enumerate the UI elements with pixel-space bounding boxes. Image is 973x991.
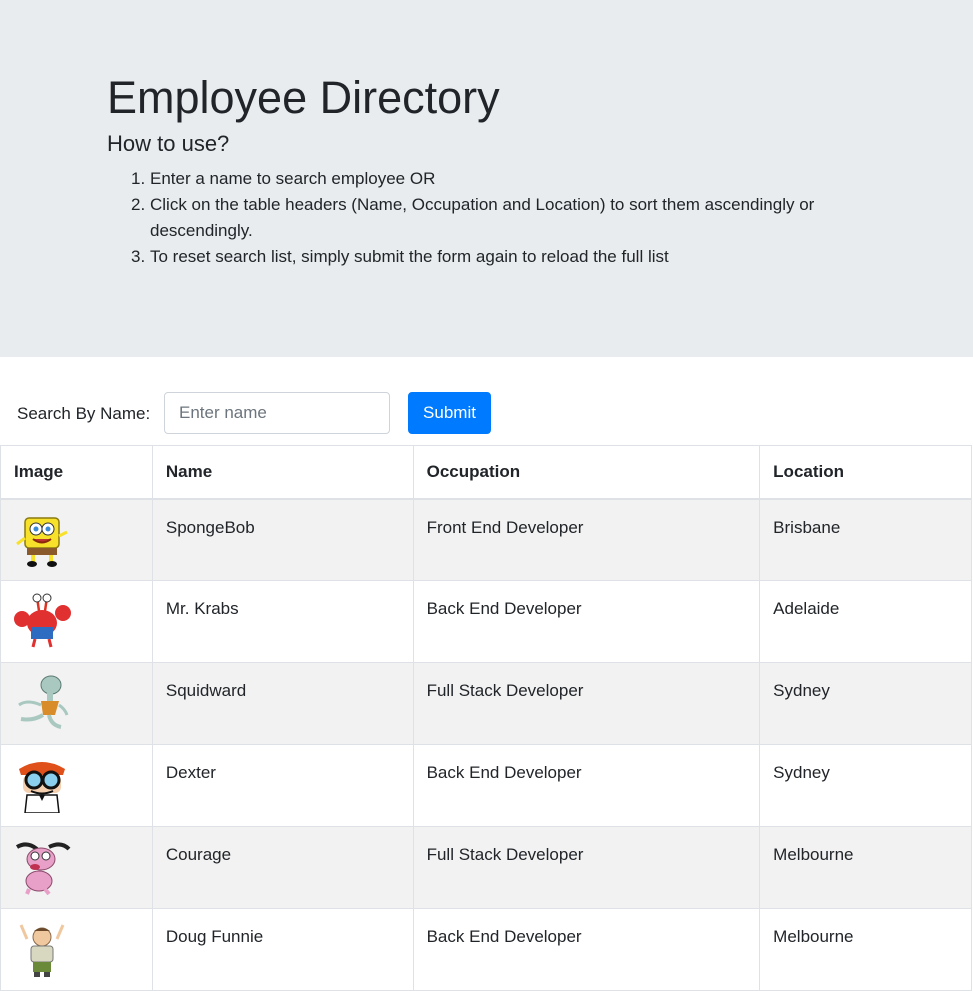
instruction-text: Enter a name to search employee OR [150, 169, 436, 188]
employee-occupation: Back End Developer [412, 744, 761, 827]
image-cell [0, 662, 153, 745]
employee-occupation: Full Stack Developer [412, 826, 761, 909]
employee-occupation: Back End Developer [412, 580, 761, 663]
page-title: Employee Directory [107, 72, 500, 123]
instruction-number: 2. [131, 195, 146, 214]
submit-button[interactable]: Submit [408, 392, 491, 434]
instruction-text: Click on the table headers (Name, Occupa… [150, 195, 815, 240]
header-location-sort[interactable]: Location [759, 445, 972, 500]
table-row: Dexter Back End Developer Sydney [0, 744, 972, 827]
employee-name: SpongeBob [151, 498, 414, 581]
employee-location: Melbourne [759, 826, 972, 909]
image-cell [0, 580, 153, 663]
jumbotron-header: Employee Directory How to use? 1. Enter … [0, 0, 973, 357]
employee-location: Melbourne [759, 908, 972, 991]
instruction-number: 1. [131, 169, 146, 188]
doug-funnie-avatar [19, 924, 65, 977]
mr-krabs-avatar [14, 593, 71, 648]
header-occupation-sort[interactable]: Occupation [412, 445, 761, 500]
table-row: Doug Funnie Back End Developer Melbourne [0, 908, 972, 991]
image-cell [0, 744, 153, 827]
employee-occupation: Full Stack Developer [412, 662, 761, 745]
instruction-item: 2. Click on the table headers (Name, Occ… [131, 192, 850, 244]
instruction-item: 3. To reset search list, simply submit t… [131, 244, 850, 270]
employee-location: Sydney [759, 662, 972, 745]
employee-location: Brisbane [759, 498, 972, 581]
employee-name: Squidward [151, 662, 414, 745]
employee-name: Mr. Krabs [151, 580, 414, 663]
employee-location: Sydney [759, 744, 972, 827]
spongebob-avatar [16, 516, 68, 567]
instruction-text: To reset search list, simply submit the … [150, 247, 669, 266]
employee-occupation: Front End Developer [412, 498, 761, 581]
employee-name: Courage [151, 826, 414, 909]
table-row: Courage Full Stack Developer Melbourne [0, 826, 972, 909]
image-cell [0, 908, 153, 991]
instructions-list: 1. Enter a name to search employee OR 2.… [131, 166, 850, 270]
courage-avatar [15, 842, 71, 895]
search-input[interactable] [164, 392, 390, 434]
employee-name: Dexter [151, 744, 414, 827]
image-cell [0, 826, 153, 909]
employee-table: Image Name Occupation Location SpongeBob… [0, 445, 972, 991]
table-header-row: Image Name Occupation Location [0, 445, 972, 500]
instruction-number: 3. [131, 247, 146, 266]
header-image: Image [0, 445, 153, 500]
employee-occupation: Back End Developer [412, 908, 761, 991]
instruction-item: 1. Enter a name to search employee OR [131, 166, 850, 192]
squidward-avatar [18, 675, 69, 729]
table-row: Squidward Full Stack Developer Sydney [0, 662, 972, 745]
how-to-use-heading: How to use? [107, 131, 230, 156]
employee-location: Adelaide [759, 580, 972, 663]
table-row: SpongeBob Front End Developer Brisbane [0, 498, 972, 581]
image-cell [0, 498, 153, 581]
employee-name: Doug Funnie [151, 908, 414, 991]
table-row: Mr. Krabs Back End Developer Adelaide [0, 580, 972, 663]
header-name-sort[interactable]: Name [151, 445, 414, 500]
search-label: Search By Name: [17, 404, 151, 423]
dexter-avatar [19, 762, 65, 813]
